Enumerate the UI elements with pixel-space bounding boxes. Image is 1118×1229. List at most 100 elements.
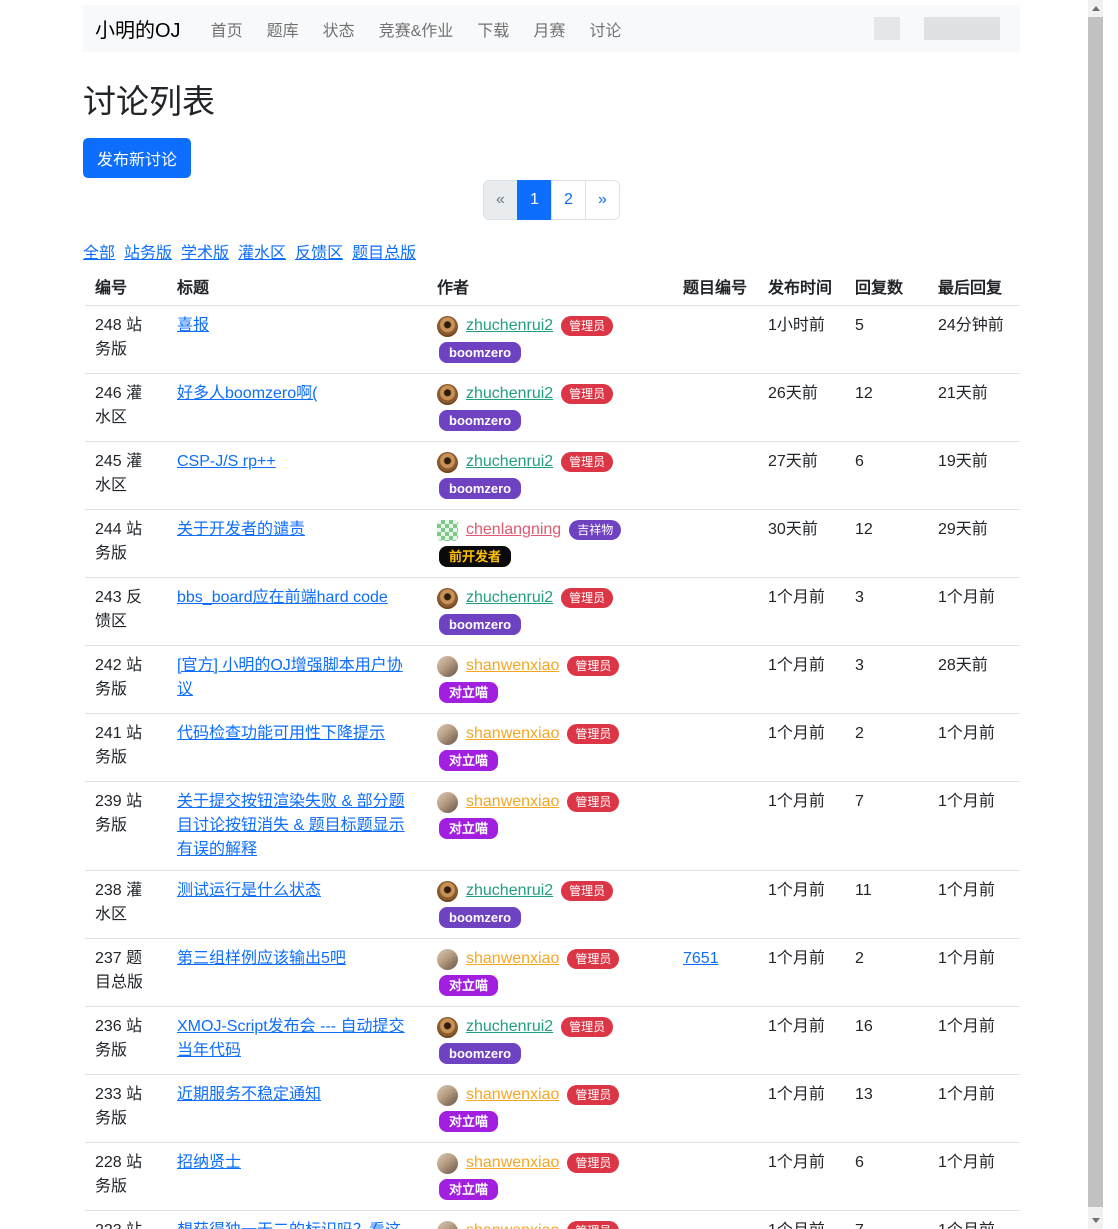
role-badge: 管理员 [567, 949, 619, 969]
discussion-title-link[interactable]: 测试运行是什么状态 [177, 882, 321, 899]
page-2[interactable]: 2 [551, 180, 586, 220]
user-tag-badge: 对立喵 [439, 1179, 498, 1200]
user-avatar[interactable] [437, 316, 458, 337]
author-line: shanwenxiao 管理员 [437, 654, 663, 678]
user-avatar[interactable] [437, 588, 458, 609]
row-problem-cell [673, 442, 758, 509]
page-viewport: 小明的OJ 首页题库状态竞赛&作业下载月赛讨论 讨论列表 发布新讨论 «12» … [0, 0, 1103, 1229]
user-avatar[interactable] [437, 724, 458, 745]
posted-time: 1个月前 [758, 1007, 845, 1074]
username-link[interactable]: shanwenxiao [466, 654, 559, 678]
user-avatar[interactable] [437, 1017, 458, 1038]
username-link[interactable]: shanwenxiao [466, 722, 559, 746]
username-link[interactable]: shanwenxiao [466, 1083, 559, 1107]
user-avatar[interactable] [437, 656, 458, 677]
pagination: «12» [83, 180, 1020, 220]
username-link[interactable]: shanwenxiao [466, 947, 559, 971]
discussion-title-link[interactable]: 关于开发者的谴责 [177, 521, 305, 538]
filter-problem-board[interactable]: 题目总版 [352, 245, 416, 262]
username-link[interactable]: chenlangning [466, 518, 561, 542]
discussion-title-link[interactable]: 想获得独一无二的标识吗？看这里！ [177, 1222, 401, 1229]
scrollbar-thumb[interactable] [1088, 17, 1103, 1207]
tag-line: boomzero [439, 477, 663, 501]
reply-count: 3 [845, 578, 928, 645]
posted-time: 1个月前 [758, 1075, 845, 1142]
discussion-title-link[interactable]: 招纳贤士 [177, 1154, 241, 1171]
filter-site-board[interactable]: 站务版 [124, 245, 172, 262]
filter-all[interactable]: 全部 [83, 245, 115, 262]
discussion-title-link[interactable]: 喜报 [177, 317, 209, 334]
new-discussion-button[interactable]: 发布新讨论 [83, 138, 191, 178]
posted-time: 1个月前 [758, 782, 845, 870]
discussion-title-link[interactable]: 近期服务不稳定通知 [177, 1086, 321, 1103]
username-link[interactable]: zhuchenrui2 [466, 450, 553, 474]
user-avatar[interactable] [437, 881, 458, 902]
user-tag-badge: boomzero [439, 342, 521, 363]
row-id-board: 248 站务版 [85, 306, 167, 373]
reply-count: 12 [845, 374, 928, 441]
site-brand[interactable]: 小明的OJ [95, 14, 181, 43]
reply-count: 13 [845, 1075, 928, 1142]
discussion-title-link[interactable]: bbs_board应在前端hard code [177, 589, 388, 606]
next-page[interactable]: » [585, 180, 620, 220]
discussion-title-link[interactable]: 好多人boomzero啊( [177, 385, 317, 402]
username-link[interactable]: zhuchenrui2 [466, 879, 553, 903]
username-link[interactable]: shanwenxiao [466, 1151, 559, 1175]
nav-monthly-contest[interactable]: 月赛 [525, 17, 573, 41]
scrollbar-down-arrow-icon[interactable] [1088, 1212, 1103, 1229]
posted-time: 1个月前 [758, 1211, 845, 1229]
nav-discussion[interactable]: 讨论 [581, 17, 629, 41]
nav-download[interactable]: 下载 [469, 17, 517, 41]
page-1[interactable]: 1 [517, 180, 552, 220]
col-header-6: 最后回复 [928, 273, 1020, 305]
scrollbar[interactable] [1088, 0, 1103, 1229]
discussion-table: 编号标题作者题目编号发布时间回复数最后回复 248 站务版 喜报 zhuchen… [83, 273, 1020, 1229]
nav-contest-homework[interactable]: 竞赛&作业 [371, 17, 462, 41]
username-link[interactable]: zhuchenrui2 [466, 586, 553, 610]
user-avatar[interactable] [437, 949, 458, 970]
filter-offtopic-board[interactable]: 灌水区 [238, 245, 286, 262]
tag-line: 对立喵 [439, 817, 663, 841]
problem-id-link[interactable]: 7651 [683, 950, 719, 967]
username-link[interactable]: shanwenxiao [466, 790, 559, 814]
filter-academic-board[interactable]: 学术版 [181, 245, 229, 262]
tag-line: boomzero [439, 613, 663, 637]
reply-count: 12 [845, 510, 928, 577]
nav-problems[interactable]: 题库 [259, 17, 307, 41]
user-avatar[interactable] [437, 452, 458, 473]
row-id-board: 233 站务版 [85, 1075, 167, 1142]
username-link[interactable]: shanwenxiao [466, 1219, 559, 1229]
row-id-board: 236 站务版 [85, 1007, 167, 1074]
filter-feedback-board[interactable]: 反馈区 [295, 245, 343, 262]
username-link[interactable]: zhuchenrui2 [466, 314, 553, 338]
discussion-title-link[interactable]: 关于提交按钮渲染失败 & 部分题目讨论按钮消失 & 题目标题显示有误的解释 [177, 793, 405, 858]
user-tag-badge: boomzero [439, 1043, 521, 1064]
discussion-title-link[interactable]: 第三组样例应该输出5吧 [177, 950, 346, 967]
user-avatar[interactable] [437, 1221, 458, 1229]
row-problem-cell [673, 782, 758, 870]
user-tag-badge: boomzero [439, 410, 521, 431]
row-author-cell: zhuchenrui2 管理员 boomzero [427, 871, 673, 938]
col-header-2: 作者 [427, 273, 673, 305]
user-avatar[interactable] [437, 520, 458, 541]
user-avatar[interactable] [437, 1085, 458, 1106]
discussion-title-link[interactable]: XMOJ-Script发布会 --- 自动提交当年代码 [177, 1018, 405, 1059]
scrollbar-up-arrow-icon[interactable] [1088, 0, 1103, 17]
nav-home[interactable]: 首页 [203, 17, 251, 41]
row-author-cell: chenlangning 吉祥物 前开发者 [427, 510, 673, 577]
row-title-cell: 关于提交按钮渲染失败 & 部分题目讨论按钮消失 & 题目标题显示有误的解释 [167, 782, 427, 870]
discussion-title-link[interactable]: CSP-J/S rp++ [177, 453, 276, 470]
nav-status[interactable]: 状态 [315, 17, 363, 41]
prev-page[interactable]: « [483, 180, 518, 220]
table-row: 243 反馈区 bbs_board应在前端hard code zhuchenru… [85, 578, 1020, 646]
discussion-title-link[interactable]: [官方] 小明的OJ增强脚本用户协议 [177, 657, 403, 698]
user-avatar[interactable] [437, 792, 458, 813]
username-link[interactable]: zhuchenrui2 [466, 382, 553, 406]
row-title-cell: 喜报 [167, 306, 427, 373]
username-link[interactable]: zhuchenrui2 [466, 1015, 553, 1039]
last-reply-time: 1个月前 [928, 782, 1020, 870]
row-id-board: 228 站务版 [85, 1143, 167, 1210]
user-avatar[interactable] [437, 1153, 458, 1174]
user-avatar[interactable] [437, 384, 458, 405]
discussion-title-link[interactable]: 代码检查功能可用性下降提示 [177, 725, 385, 742]
